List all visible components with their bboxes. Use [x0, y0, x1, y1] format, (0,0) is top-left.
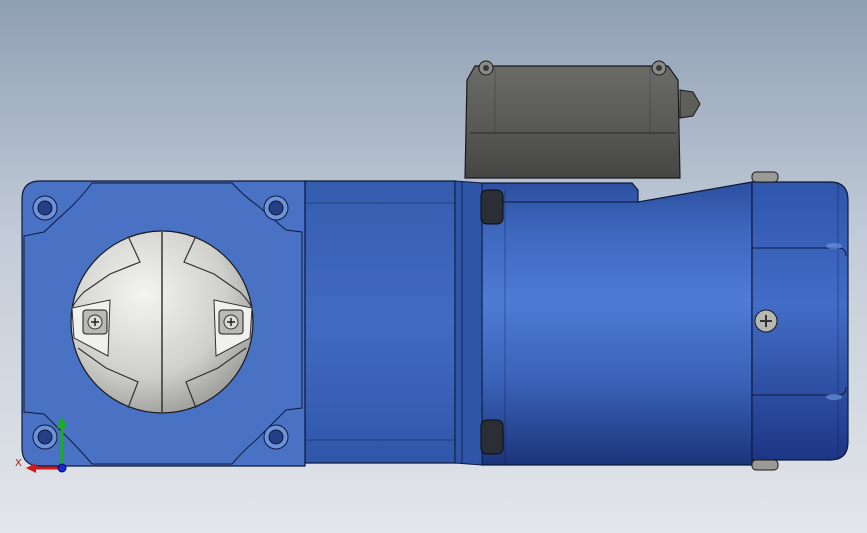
adapter-bolt-bottom	[480, 419, 504, 455]
output-shaft-face	[70, 230, 254, 414]
flange-hole-bottom-left	[32, 424, 58, 450]
adapter-ring	[454, 180, 483, 466]
flange-hole-bottom-right	[263, 424, 289, 450]
triad-x-label: X	[15, 458, 22, 469]
adapter-bolt-top	[480, 189, 504, 225]
cad-viewport[interactable]: X	[0, 0, 867, 533]
end-cap-bolt-top	[751, 171, 779, 183]
terminal-box	[464, 60, 701, 179]
flange-hole-top-left	[32, 195, 58, 221]
flange-hole-top-right	[263, 195, 289, 221]
cable-gland	[679, 89, 701, 119]
gearbox-housing	[304, 180, 504, 466]
motor-body	[481, 181, 753, 466]
end-cap-bolt-bottom	[751, 459, 779, 471]
motor-end-cap	[751, 171, 849, 471]
triad-z-axis	[57, 463, 67, 473]
